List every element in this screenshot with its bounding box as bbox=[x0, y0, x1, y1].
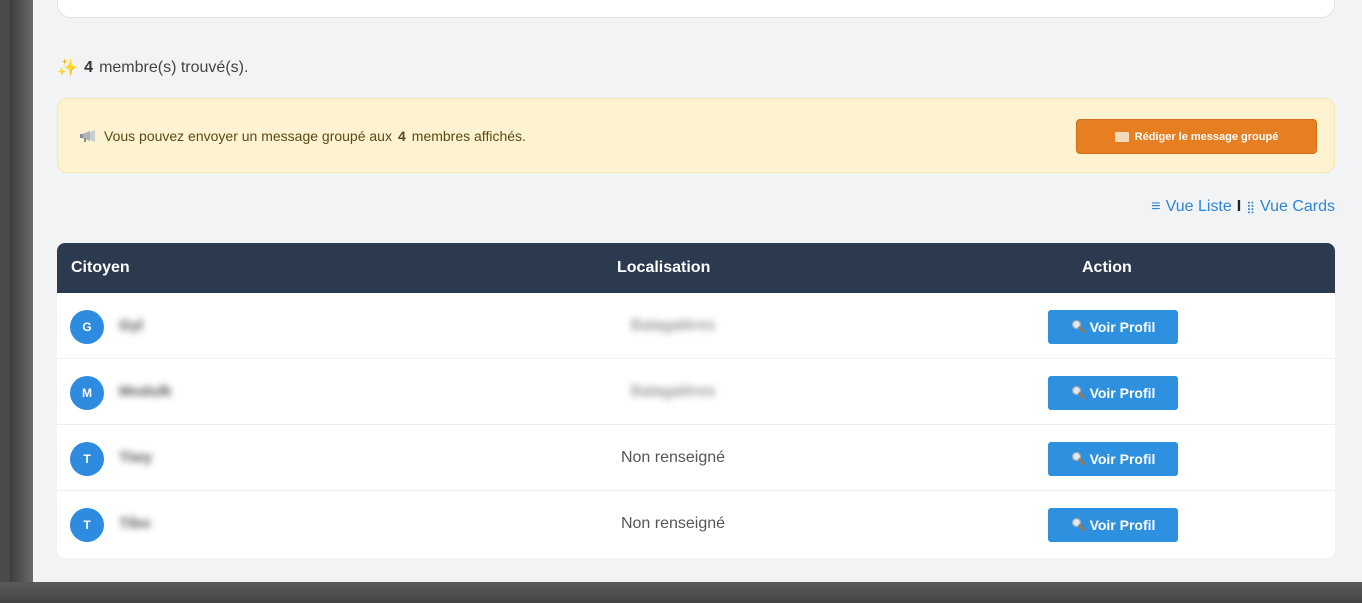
window-shadow bbox=[10, 0, 33, 603]
member-name[interactable]: Gyl bbox=[119, 317, 143, 334]
member-name[interactable]: Tiwy bbox=[119, 449, 152, 466]
table-row: G Gyl Balagalères Voir Profil bbox=[57, 293, 1335, 359]
member-location: Balagalères bbox=[630, 317, 716, 334]
view-profile-button[interactable]: Voir Profil bbox=[1048, 508, 1178, 542]
table-body: G Gyl Balagalères Voir Profil M Modulk Balagal… bbox=[57, 293, 1335, 557]
cards-view-link[interactable]: ⣿ Vue Cards bbox=[1246, 198, 1335, 216]
avatar: G bbox=[70, 310, 104, 344]
avatar: T bbox=[70, 442, 104, 476]
envelope-icon bbox=[1114, 131, 1129, 142]
magnifier-icon bbox=[1071, 385, 1085, 402]
list-icon: ≡ bbox=[1151, 198, 1161, 215]
table-header: Citoyen Localisation Action bbox=[57, 243, 1335, 293]
group-message-notice: Vous pouvez envoyer un message groupé au… bbox=[57, 98, 1335, 173]
list-view-label: Vue Liste bbox=[1165, 198, 1232, 215]
result-count: ✨ 4 membre(s) trouvé(s). bbox=[57, 58, 248, 78]
view-profile-label: Voir Profil bbox=[1089, 517, 1156, 533]
header-action: Action bbox=[1082, 259, 1132, 276]
table-row: T Tiwy Non renseigné Voir Profil bbox=[57, 425, 1335, 491]
magnifier-icon bbox=[1071, 319, 1085, 336]
member-name[interactable]: Modulk bbox=[119, 383, 172, 400]
member-location: Non renseigné bbox=[620, 449, 726, 466]
table-row: M Modulk Balagalères Voir Profil bbox=[57, 359, 1335, 425]
view-profile-button[interactable]: Voir Profil bbox=[1048, 310, 1178, 344]
view-profile-button[interactable]: Voir Profil bbox=[1048, 442, 1178, 476]
magnifier-icon bbox=[1071, 517, 1085, 534]
result-count-number: 4 bbox=[84, 59, 94, 76]
search-card bbox=[57, 0, 1335, 18]
member-name[interactable]: Tibo bbox=[119, 515, 150, 532]
view-separator: I bbox=[1236, 198, 1242, 215]
header-citizen: Citoyen bbox=[71, 259, 130, 276]
notice-count: 4 bbox=[397, 128, 406, 144]
result-count-label: membre(s) trouvé(s). bbox=[99, 59, 249, 76]
notice-text-after: membres affichés. bbox=[411, 128, 526, 144]
member-location: Non renseigné bbox=[620, 515, 726, 532]
view-profile-button[interactable]: Voir Profil bbox=[1048, 376, 1178, 410]
table-row: T Tibo Non renseigné Voir Profil bbox=[57, 491, 1335, 557]
magnifier-icon bbox=[1071, 451, 1085, 468]
bottom-strip bbox=[0, 582, 1362, 603]
sparkle-icon: ✨ bbox=[57, 58, 79, 77]
header-location: Localisation bbox=[617, 259, 711, 276]
megaphone-icon bbox=[80, 129, 98, 143]
grid-icon: ⣿ bbox=[1246, 200, 1255, 214]
compose-label: Rédiger le message groupé bbox=[1134, 130, 1279, 143]
members-table: Citoyen Localisation Action G Gyl Balagalè… bbox=[57, 243, 1335, 558]
cards-view-label: Vue Cards bbox=[1260, 198, 1335, 215]
avatar: M bbox=[70, 376, 104, 410]
view-profile-label: Voir Profil bbox=[1089, 451, 1156, 467]
notice-text: Vous pouvez envoyer un message groupé au… bbox=[80, 128, 526, 144]
compose-group-message-button[interactable]: Rédiger le message groupé bbox=[1076, 119, 1317, 154]
notice-text-before: Vous pouvez envoyer un message groupé au… bbox=[104, 128, 392, 144]
member-location: Balagalères bbox=[630, 383, 716, 400]
avatar: T bbox=[70, 508, 104, 542]
view-switch: ≡ Vue Liste I ⣿ Vue Cards bbox=[1151, 198, 1335, 216]
view-profile-label: Voir Profil bbox=[1089, 319, 1156, 335]
view-profile-label: Voir Profil bbox=[1089, 385, 1156, 401]
list-view-link[interactable]: ≡ Vue Liste bbox=[1151, 198, 1231, 216]
